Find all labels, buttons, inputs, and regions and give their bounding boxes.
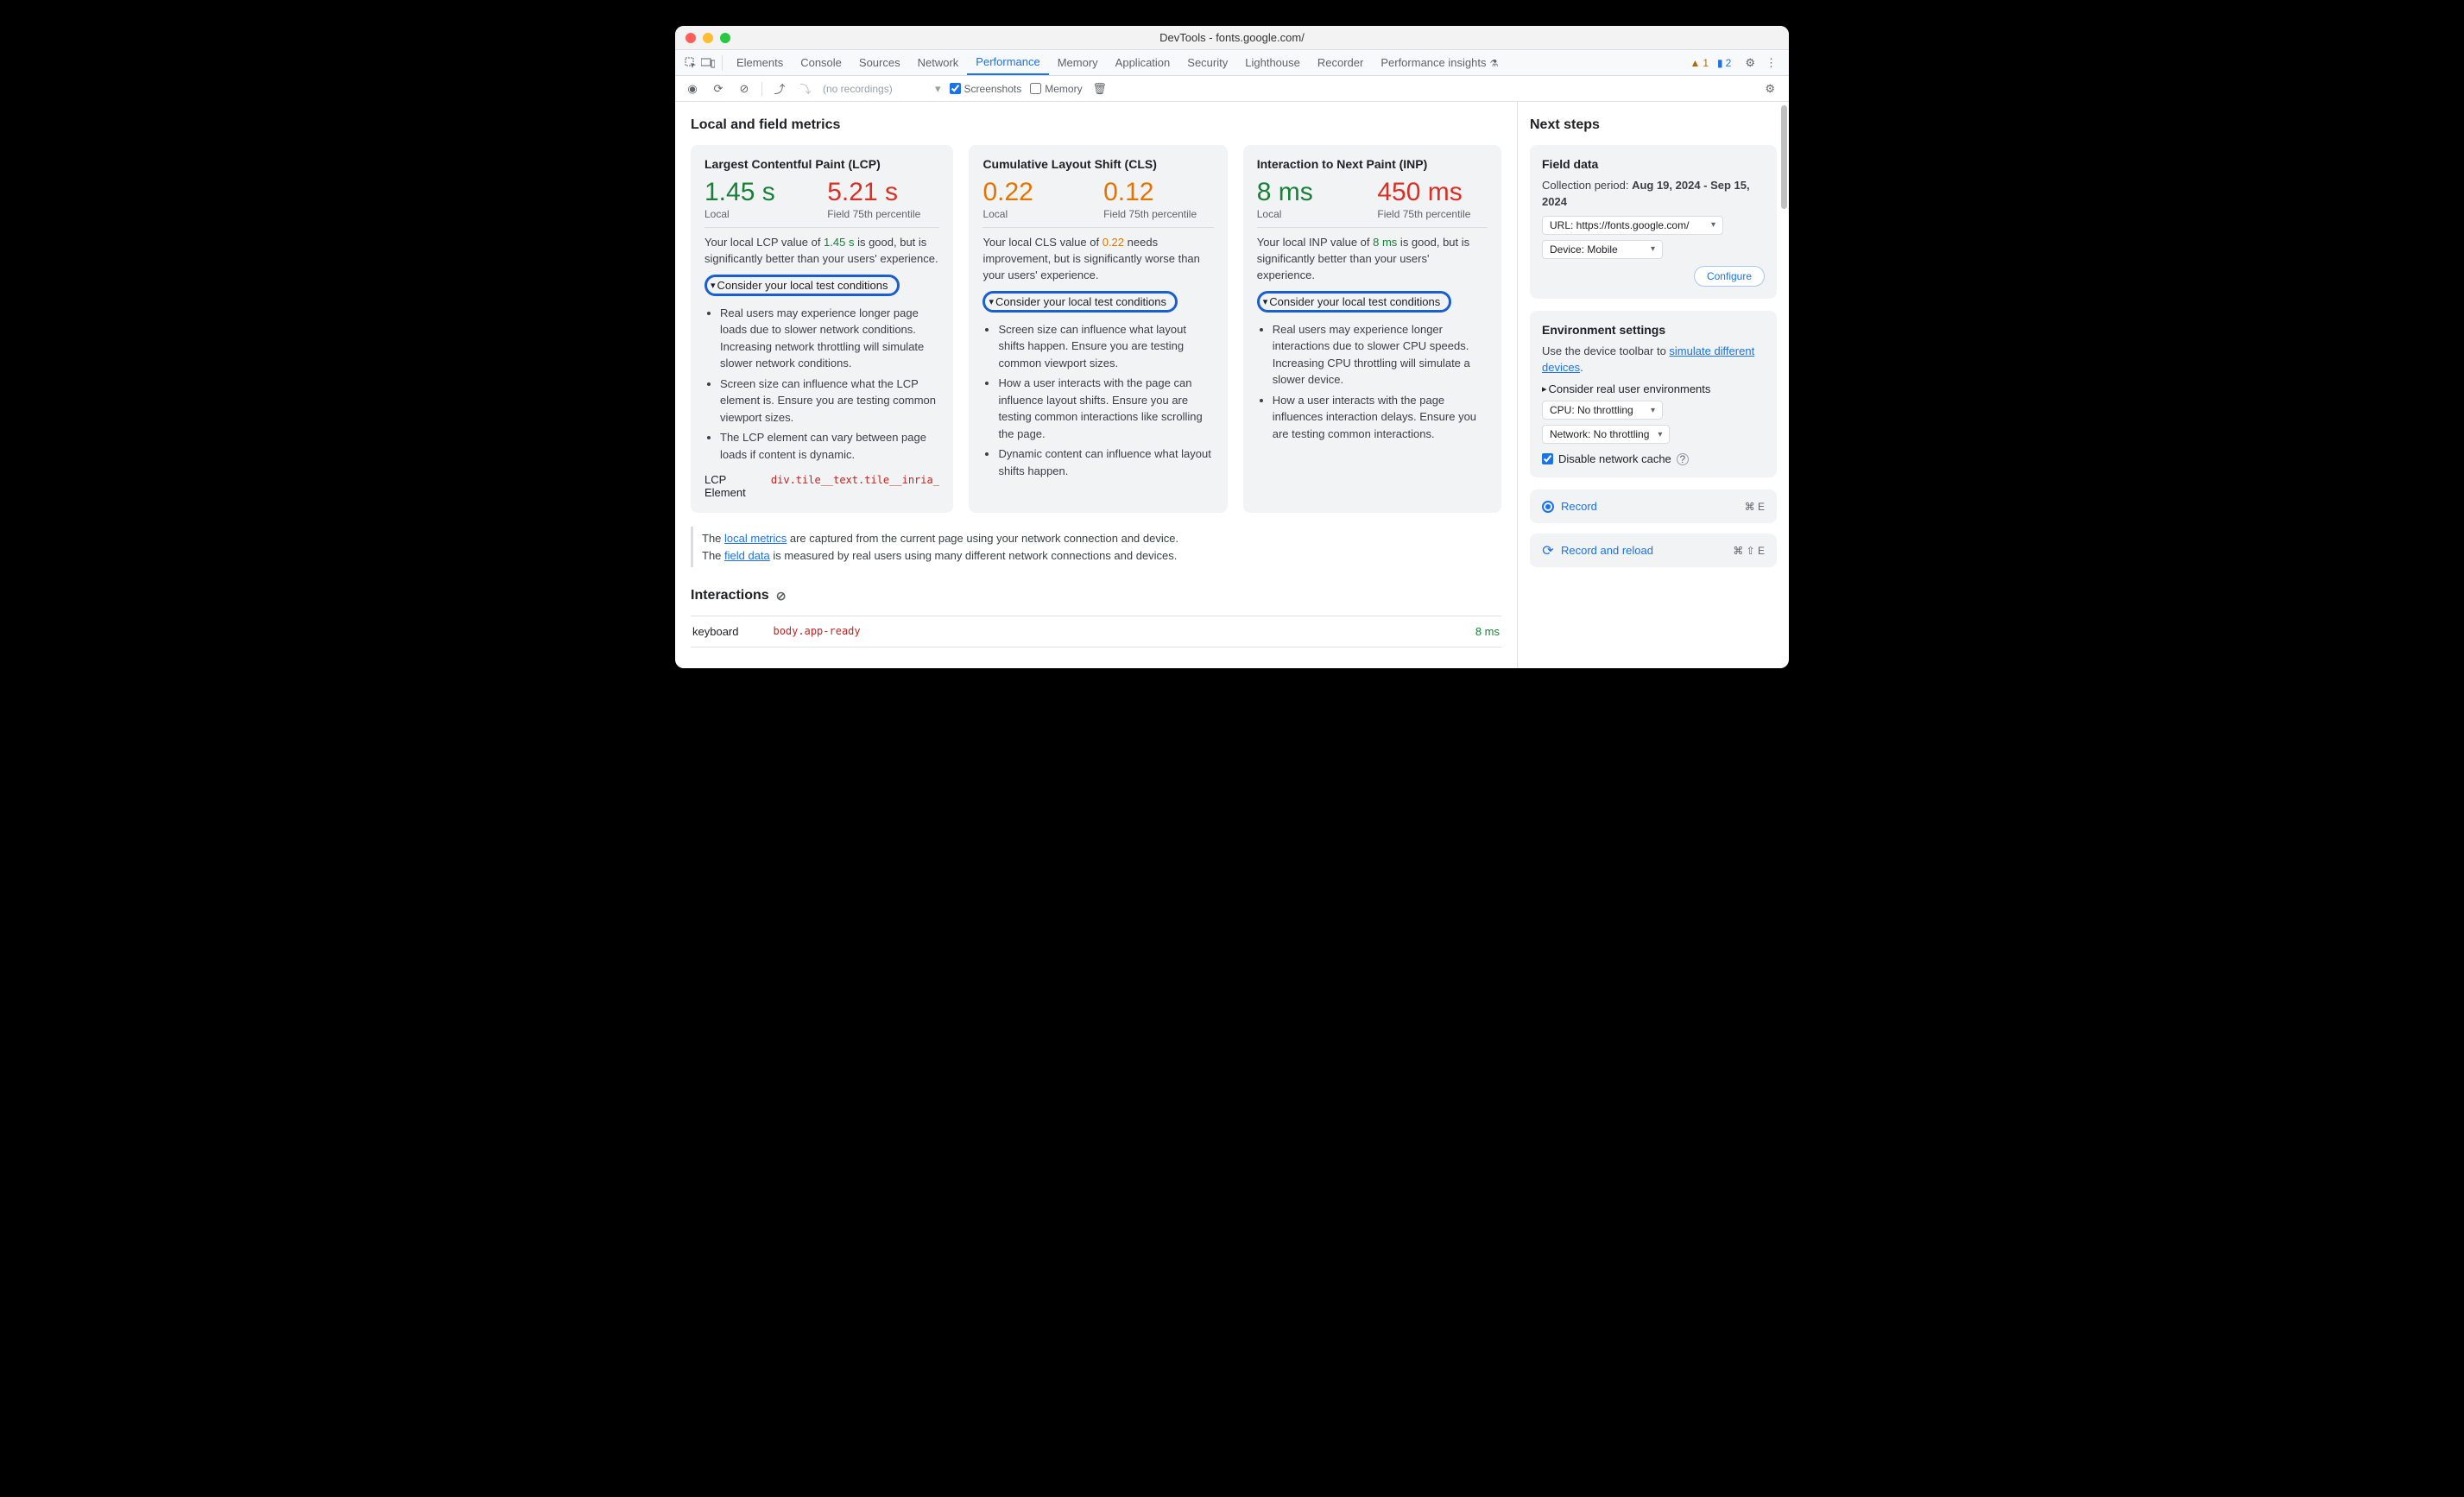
field-data-section: Field data Collection period: Aug 19, 20…: [1530, 145, 1777, 299]
more-icon[interactable]: ⋮: [1760, 56, 1782, 70]
tab-performance[interactable]: Performance: [967, 50, 1048, 75]
chevron-down-icon: ▾: [935, 82, 941, 96]
help-icon[interactable]: ?: [1677, 453, 1689, 465]
field-data-link[interactable]: field data: [724, 549, 770, 562]
inp-bullets: Real users may experience longer interac…: [1273, 321, 1488, 443]
lcp-local-value: 1.45 s: [704, 178, 817, 206]
lcp-disclosure[interactable]: Consider your local test conditions: [704, 275, 900, 296]
real-user-env-disclosure[interactable]: Consider real user environments: [1542, 382, 1710, 395]
cls-description: Your local CLS value of 0.22 needs impro…: [982, 235, 1213, 284]
capture-settings-icon[interactable]: ⚙: [1760, 82, 1780, 96]
configure-button[interactable]: Configure: [1694, 266, 1765, 287]
tab-console[interactable]: Console: [792, 51, 850, 74]
tab-network[interactable]: Network: [909, 51, 968, 74]
device-select[interactable]: Device: Mobile: [1542, 240, 1663, 259]
cls-local-value: 0.22: [982, 178, 1093, 206]
card-cls: Cumulative Layout Shift (CLS) 0.22Local …: [969, 145, 1227, 513]
tab-recorder[interactable]: Recorder: [1309, 51, 1372, 74]
environment-section: Environment settings Use the device tool…: [1530, 311, 1777, 478]
tab-lighthouse[interactable]: Lighthouse: [1236, 51, 1309, 74]
interactions-heading: Interactions: [691, 588, 769, 603]
issue-badges: ▲ 1 ▮ 2: [1690, 57, 1731, 69]
interaction-row[interactable]: keyboard body.app-ready 8 ms: [691, 616, 1501, 647]
main-panel: Local and field metrics Largest Contentf…: [675, 102, 1517, 668]
garbage-collect-icon[interactable]: 🗑: [1091, 82, 1109, 96]
inp-description: Your local INP value of 8 ms is good, bu…: [1257, 235, 1488, 284]
interaction-selector: body.app-ready: [773, 625, 860, 638]
tab-security[interactable]: Security: [1178, 51, 1236, 74]
record-button[interactable]: Record ⌘ E: [1530, 490, 1777, 523]
main-heading: Local and field metrics: [691, 117, 1501, 133]
warnings-badge[interactable]: ▲ 1: [1690, 57, 1709, 69]
interactions-section: Interactions ⊘ keyboard body.app-ready 8…: [691, 588, 1501, 647]
clear-icon[interactable]: ⊘: [736, 82, 753, 96]
lcp-description: Your local LCP value of 1.45 s is good, …: [704, 235, 939, 268]
reload-icon[interactable]: ⟳: [710, 82, 727, 96]
card-lcp: Largest Contentful Paint (LCP) 1.45 sLoc…: [691, 145, 953, 513]
inp-field-value: 450 ms: [1377, 178, 1488, 206]
perf-toolbar: ◉ ⟳ ⊘ ⤴ ⤵ (no recordings) ▾ Screenshots …: [675, 76, 1789, 102]
reload-icon: [1542, 545, 1554, 557]
side-heading: Next steps: [1530, 117, 1777, 133]
url-select[interactable]: URL: https://fonts.google.com/: [1542, 216, 1723, 235]
inp-title: Interaction to Next Paint (INP): [1257, 157, 1488, 171]
lcp-bullets: Real users may experience longer page lo…: [720, 305, 939, 464]
interaction-duration: 8 ms: [1475, 625, 1500, 638]
interaction-type: keyboard: [692, 625, 738, 638]
record-icon[interactable]: ◉: [684, 82, 701, 96]
cls-bullets: Screen size can influence what layout sh…: [998, 321, 1213, 480]
screenshots-checkbox[interactable]: Screenshots: [950, 83, 1022, 95]
lcp-title: Largest Contentful Paint (LCP): [704, 157, 939, 171]
clear-interactions-icon[interactable]: ⊘: [776, 589, 787, 603]
scrollbar[interactable]: [1781, 105, 1787, 209]
tab-application[interactable]: Application: [1107, 51, 1179, 74]
network-throttle-select[interactable]: Network: No throttling: [1542, 425, 1670, 444]
inp-disclosure[interactable]: Consider your local test conditions: [1257, 291, 1452, 313]
tab-elements[interactable]: Elements: [728, 51, 792, 74]
cpu-throttle-select[interactable]: CPU: No throttling: [1542, 401, 1663, 420]
memory-checkbox[interactable]: Memory: [1030, 83, 1082, 95]
tab-sources[interactable]: Sources: [850, 51, 909, 74]
cls-title: Cumulative Layout Shift (CLS): [982, 157, 1213, 171]
messages-badge[interactable]: ▮ 2: [1717, 57, 1731, 69]
side-panel: Next steps Field data Collection period:…: [1517, 102, 1789, 668]
devtools-tabs: Elements Console Sources Network Perform…: [675, 50, 1789, 76]
inp-local-value: 8 ms: [1257, 178, 1368, 206]
settings-icon[interactable]: ⚙: [1740, 56, 1760, 70]
titlebar: DevTools - fonts.google.com/: [675, 26, 1789, 50]
cls-disclosure[interactable]: Consider your local test conditions: [982, 291, 1178, 313]
device-toolbar-icon[interactable]: [699, 58, 717, 68]
card-inp: Interaction to Next Paint (INP) 8 msLoca…: [1243, 145, 1501, 513]
upload-icon[interactable]: ⤴: [771, 80, 788, 97]
local-metrics-link[interactable]: local metrics: [724, 532, 787, 545]
tab-memory[interactable]: Memory: [1049, 51, 1107, 74]
lcp-element-label: LCP Element: [704, 473, 764, 499]
tab-performance-insights[interactable]: Performance insights: [1372, 51, 1507, 74]
disable-cache-checkbox[interactable]: [1542, 453, 1553, 464]
window-title: DevTools - fonts.google.com/: [675, 31, 1789, 44]
record-reload-button[interactable]: Record and reload ⌘ ⇧ E: [1530, 534, 1777, 567]
lcp-element-selector[interactable]: div.tile__text.tile__inria_san: [771, 474, 940, 486]
cls-field-value: 0.12: [1103, 178, 1214, 206]
record-icon: [1542, 501, 1554, 513]
inspect-icon[interactable]: [682, 57, 699, 69]
metrics-note: The local metrics are captured from the …: [691, 527, 1501, 567]
devtools-window: DevTools - fonts.google.com/ Elements Co…: [675, 26, 1789, 668]
download-icon[interactable]: ⤵: [797, 80, 814, 97]
lcp-field-value: 5.21 s: [827, 178, 939, 206]
recordings-dropdown[interactable]: (no recordings): [823, 83, 926, 95]
